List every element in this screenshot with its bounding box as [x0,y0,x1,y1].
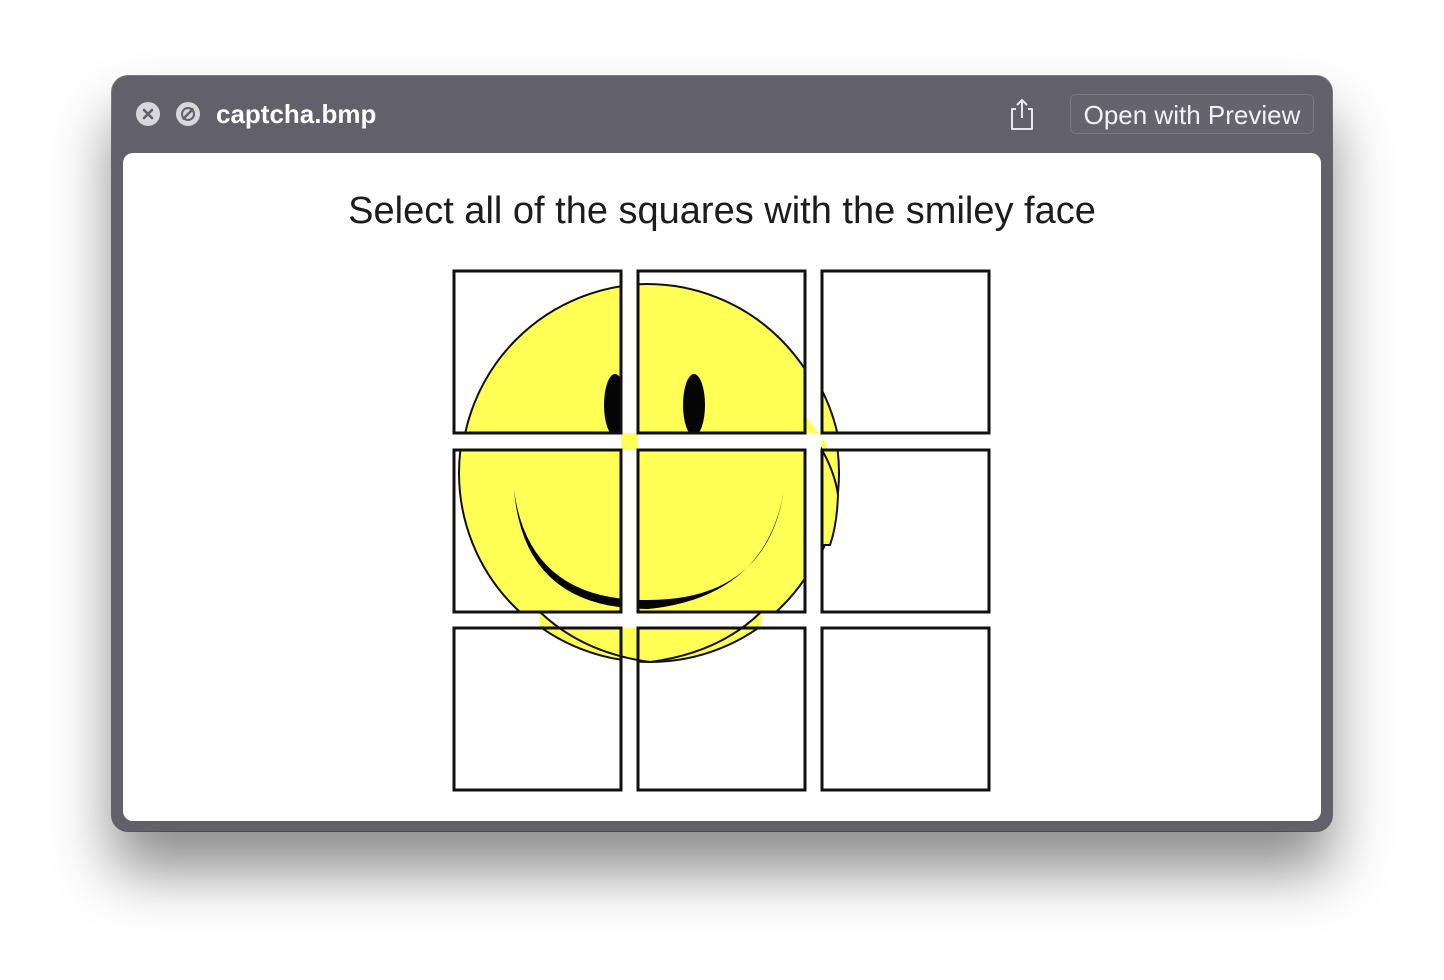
captcha-tile-r1c3[interactable] [820,269,991,435]
close-icon[interactable] [136,102,160,126]
window-title: captcha.bmp [216,99,377,129]
captcha-grid [452,269,991,792]
fullscreen-disabled-icon[interactable] [176,102,200,126]
title-bar: captcha.bmp Open with Preview [112,76,1332,152]
open-with-preview-button[interactable]: Open with Preview [1070,94,1314,134]
captcha-tile-r2c3[interactable] [820,448,991,614]
image-preview: Select all of the squares with the smile… [123,153,1321,821]
captcha-tile-r3c3[interactable] [820,626,991,792]
quicklook-window: captcha.bmp Open with Preview Select all… [112,76,1332,831]
smiley-face-image [458,283,843,663]
share-icon[interactable] [1004,94,1040,134]
